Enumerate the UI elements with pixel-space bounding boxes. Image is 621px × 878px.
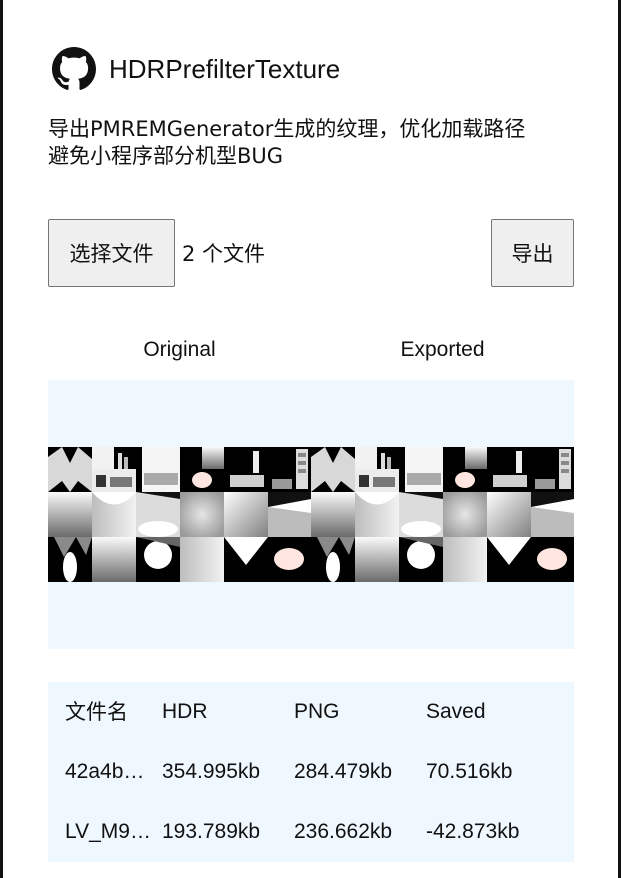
row-png-size: 236.662kb [294, 820, 393, 843]
row-hdr-size: 193.789kb [162, 820, 261, 843]
description-line-1: 导出PMREMGenerator生成的纹理，优化加载路径 [48, 117, 526, 141]
row-saved-size: 70.516kb [426, 760, 513, 783]
row-hdr-size: 354.995kb [162, 760, 261, 783]
table-header-hdr: HDR [162, 700, 208, 723]
export-button[interactable]: 导出 [491, 219, 574, 287]
description-line-2: 避免小程序部分机型BUG [48, 144, 284, 168]
page-description: 导出PMREMGenerator生成的纹理，优化加载路径 避免小程序部分机型BU… [48, 116, 578, 170]
row-filename: 42a4b… [65, 760, 145, 783]
original-column-label: Original [143, 338, 216, 361]
choose-files-button[interactable]: 选择文件 [48, 219, 175, 287]
table-header-png: PNG [294, 700, 340, 723]
app-header: HDRPrefilterTexture [52, 46, 340, 92]
page-title: HDRPrefilterTexture [109, 54, 341, 84]
row-filename: LV_M9… [65, 820, 151, 843]
texture-preview-panel [48, 380, 574, 649]
row-saved-size: -42.873kb [426, 820, 520, 843]
github-icon[interactable] [52, 47, 96, 91]
exported-column-label: Exported [400, 338, 485, 361]
table-header-saved: Saved [426, 700, 486, 723]
window-edge-left [0, 0, 3, 878]
exported-texture-image [311, 447, 574, 582]
results-table: 文件名 HDR PNG Saved 42a4b… 354.995kb 284.4… [48, 682, 574, 862]
original-texture-image [48, 447, 311, 582]
row-png-size: 284.479kb [294, 760, 393, 783]
texture-preview-canvas [48, 447, 574, 582]
table-header-filename: 文件名 [65, 700, 128, 724]
file-count-label: 2 个文件 [182, 242, 266, 266]
